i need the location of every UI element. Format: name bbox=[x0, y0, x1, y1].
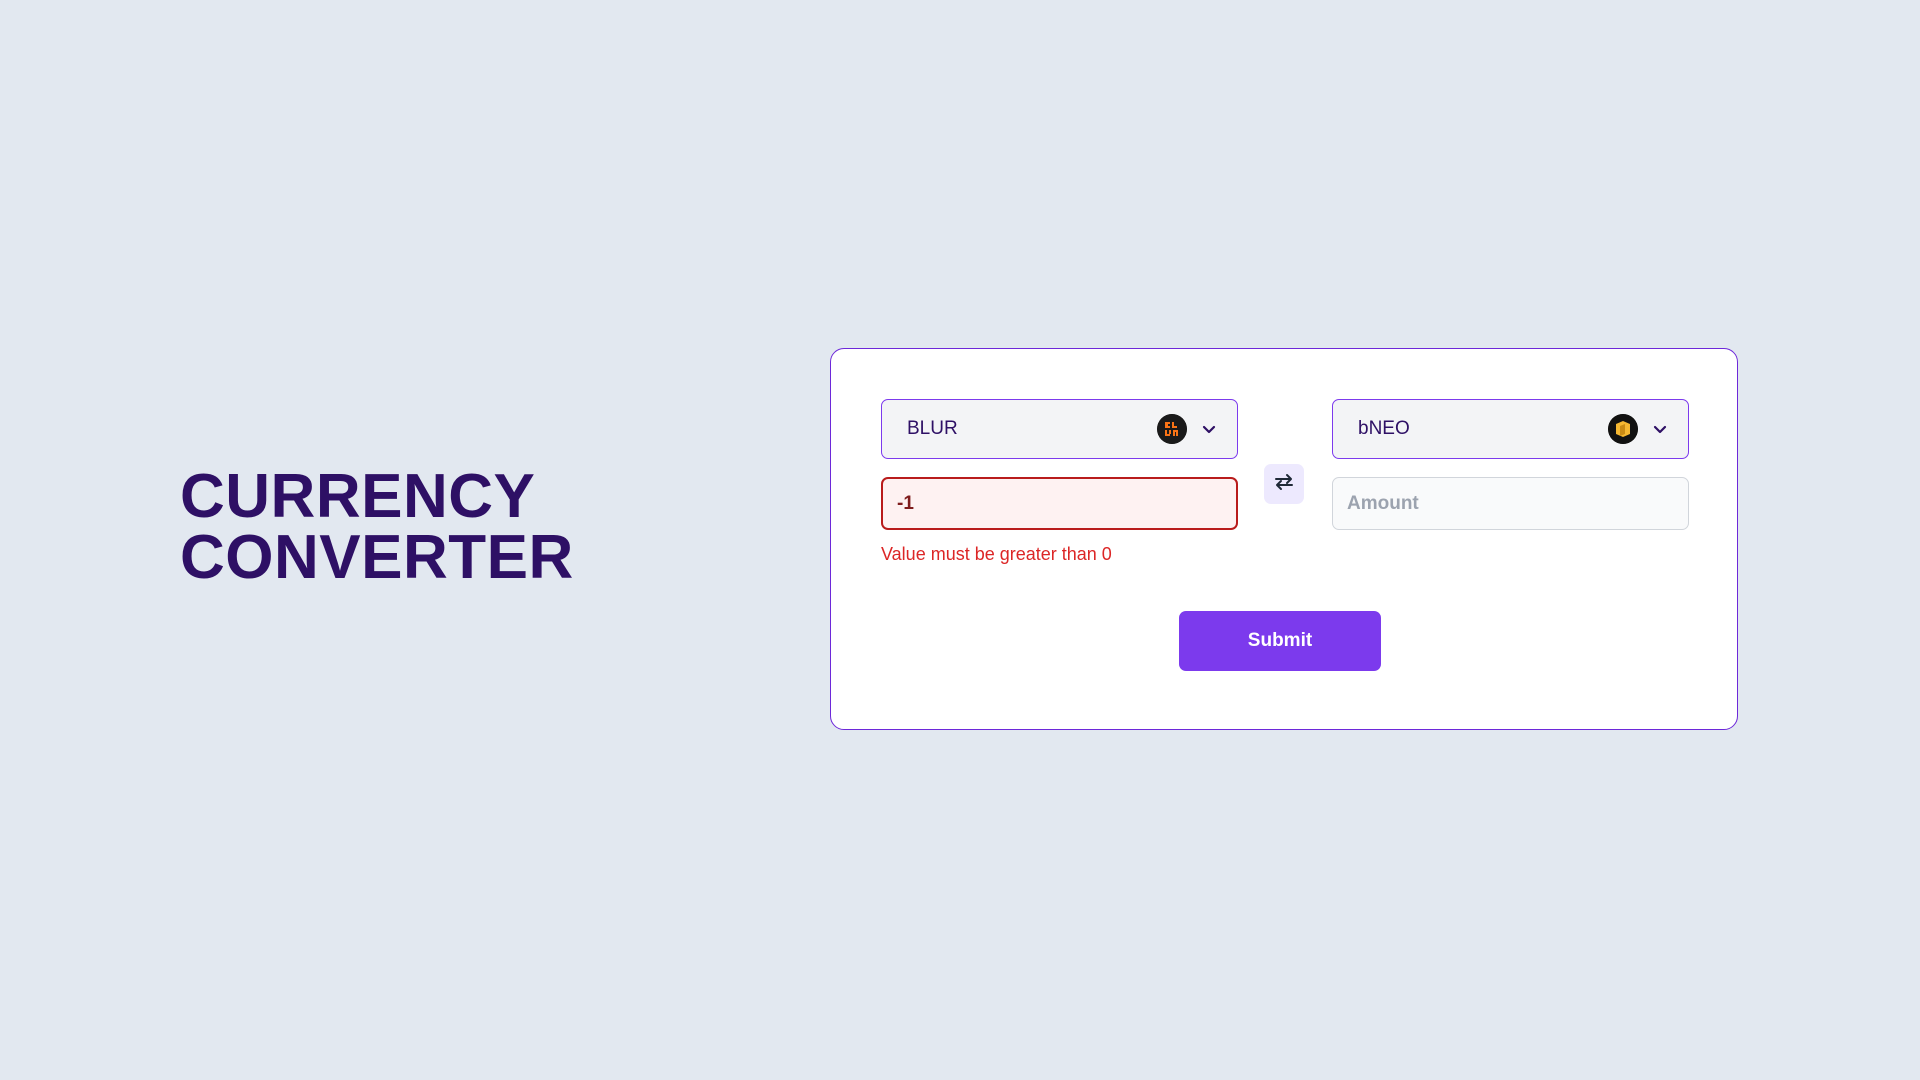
to-currency-label: bNEO bbox=[1358, 418, 1410, 439]
page-title: CURRENCY CONVERTER bbox=[180, 462, 574, 592]
to-currency-select[interactable]: bNEO bbox=[1332, 399, 1689, 459]
bneo-coin-icon bbox=[1608, 414, 1638, 444]
blur-coin-icon bbox=[1157, 414, 1187, 444]
page: CURRENCY CONVERTER BLUR -1 Value must be… bbox=[0, 0, 1920, 1080]
to-amount-input[interactable] bbox=[1332, 477, 1689, 530]
swap-arrows-icon bbox=[1272, 470, 1296, 499]
page-title-line-2: CONVERTER bbox=[180, 523, 574, 592]
from-amount-error: Value must be greater than 0 bbox=[881, 544, 1112, 564]
chevron-down-icon bbox=[1652, 421, 1668, 437]
swap-button[interactable] bbox=[1264, 464, 1304, 504]
submit-button[interactable]: Submit bbox=[1179, 611, 1381, 671]
chevron-down-icon bbox=[1201, 421, 1217, 437]
from-currency-label: BLUR bbox=[907, 418, 958, 439]
page-title-line-1: CURRENCY bbox=[180, 462, 536, 531]
from-amount-input[interactable] bbox=[881, 477, 1238, 530]
converter-card: BLUR -1 Value must be greater than 0 bNE… bbox=[830, 348, 1738, 730]
from-currency-select[interactable]: BLUR bbox=[881, 399, 1238, 459]
